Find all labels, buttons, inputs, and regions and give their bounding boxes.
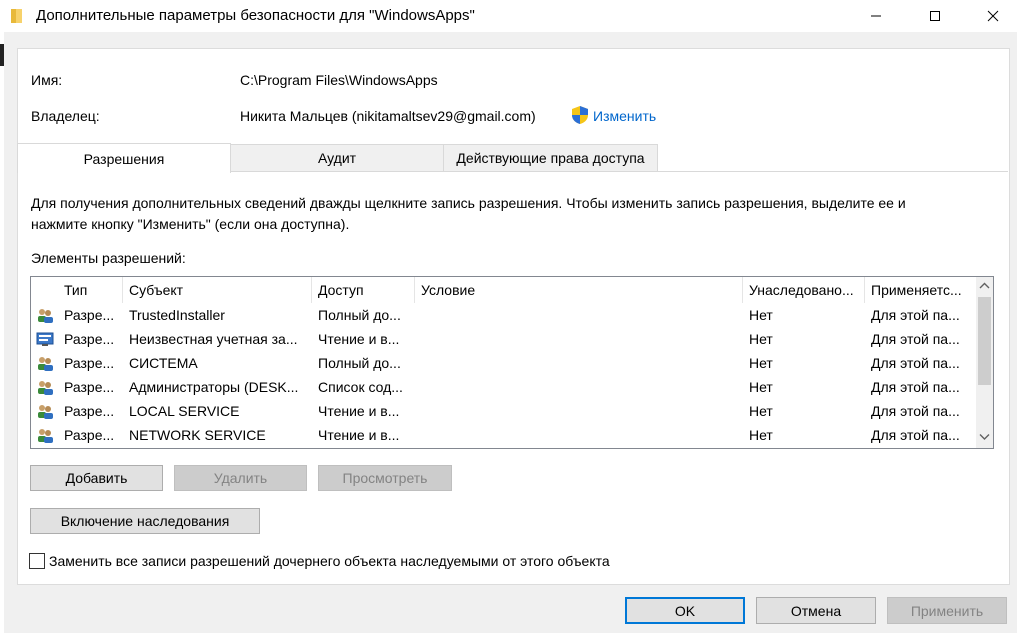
table-row[interactable]: Разре... TrustedInstaller Полный до... Н… bbox=[31, 303, 976, 327]
enable-inheritance-button[interactable]: Включение наследования bbox=[30, 508, 260, 534]
cell-type: Разре... bbox=[64, 331, 115, 347]
name-label: Имя: bbox=[31, 72, 63, 88]
close-icon bbox=[987, 10, 999, 22]
add-button[interactable]: Добавить bbox=[30, 465, 163, 491]
ok-button[interactable]: OK bbox=[625, 597, 745, 624]
cell-applies: Для этой па... bbox=[871, 427, 960, 443]
cell-type: Разре... bbox=[64, 403, 115, 419]
cell-subject: NETWORK SERVICE bbox=[129, 427, 266, 443]
cell-access: Чтение и в... bbox=[318, 403, 400, 419]
cell-type: Разре... bbox=[64, 355, 115, 371]
cell-condition bbox=[415, 303, 743, 327]
background-window-edge bbox=[0, 32, 4, 633]
cell-condition bbox=[415, 327, 743, 351]
column-header-subject[interactable]: Субъект bbox=[123, 277, 312, 303]
cell-subject: Неизвестная учетная за... bbox=[129, 331, 298, 347]
tab-effective-access[interactable]: Действующие права доступа bbox=[443, 144, 658, 172]
scrollbar-thumb[interactable] bbox=[978, 297, 991, 385]
view-button[interactable]: Просмотреть bbox=[318, 465, 452, 491]
window-title: Дополнительные параметры безопасности дл… bbox=[36, 7, 475, 24]
cell-type: Разре... bbox=[64, 379, 115, 395]
cell-condition bbox=[415, 351, 743, 375]
owner-label: Владелец: bbox=[31, 108, 100, 124]
replace-child-permissions-label: Заменить все записи разрешений дочернего… bbox=[49, 553, 610, 569]
minimize-icon bbox=[871, 15, 881, 17]
users-icon bbox=[38, 381, 53, 395]
cell-inherited: Нет bbox=[749, 355, 773, 371]
users-icon bbox=[38, 405, 53, 419]
list-header: Тип Субъект Доступ Условие Унаследовано.… bbox=[31, 277, 976, 303]
cell-condition bbox=[415, 423, 743, 447]
tab-audit[interactable]: Аудит bbox=[230, 144, 444, 172]
close-button[interactable] bbox=[970, 0, 1016, 32]
cell-type: Разре... bbox=[64, 427, 115, 443]
minimize-button[interactable] bbox=[853, 0, 899, 32]
folder-icon bbox=[11, 9, 22, 23]
column-header-applies[interactable]: Применяетс... bbox=[865, 277, 976, 303]
cell-applies: Для этой па... bbox=[871, 403, 960, 419]
cell-condition bbox=[415, 399, 743, 423]
apply-button[interactable]: Применить bbox=[887, 597, 1007, 624]
cell-applies: Для этой па... bbox=[871, 331, 960, 347]
cell-applies: Для этой па... bbox=[871, 379, 960, 395]
table-row[interactable]: Разре... СИСТЕМА Полный до... Нет Для эт… bbox=[31, 351, 976, 375]
cell-access: Список сод... bbox=[318, 379, 403, 395]
column-header-access[interactable]: Доступ bbox=[312, 277, 415, 303]
users-icon bbox=[38, 357, 53, 371]
tab-permissions[interactable]: Разрешения bbox=[17, 143, 231, 173]
description-line-1: Для получения дополнительных сведений дв… bbox=[31, 195, 906, 211]
title-bar: Дополнительные параметры безопасности дл… bbox=[0, 0, 1017, 32]
table-row[interactable]: Разре... NETWORK SERVICE Чтение и в... Н… bbox=[31, 423, 976, 447]
cell-access: Полный до... bbox=[318, 307, 401, 323]
uac-shield-icon bbox=[572, 106, 588, 124]
table-row[interactable]: Разре... Неизвестная учетная за... Чтени… bbox=[31, 327, 976, 351]
name-value: C:\Program Files\WindowsApps bbox=[240, 72, 438, 88]
cell-access: Полный до... bbox=[318, 355, 401, 371]
maximize-button[interactable] bbox=[912, 0, 958, 32]
owner-value: Никита Мальцев (nikitamaltsev29@gmail.co… bbox=[240, 108, 536, 124]
cell-inherited: Нет bbox=[749, 307, 773, 323]
vertical-scrollbar[interactable] bbox=[976, 277, 993, 448]
table-row[interactable]: Разре... LOCAL SERVICE Чтение и в... Нет… bbox=[31, 399, 976, 423]
description-line-2: нажмите кнопку "Изменить" (если она дост… bbox=[31, 216, 350, 232]
cell-inherited: Нет bbox=[749, 331, 773, 347]
computer-account-icon bbox=[36, 332, 54, 346]
cell-condition bbox=[415, 375, 743, 399]
column-header-condition[interactable]: Условие bbox=[415, 277, 743, 303]
cell-subject: LOCAL SERVICE bbox=[129, 403, 240, 419]
cell-applies: Для этой па... bbox=[871, 307, 960, 323]
table-row[interactable]: Разре... Администраторы (DESK... Список … bbox=[31, 375, 976, 399]
permission-entries-label: Элементы разрешений: bbox=[31, 250, 186, 266]
maximize-icon bbox=[930, 11, 940, 21]
cell-subject: TrustedInstaller bbox=[129, 307, 225, 323]
remove-button[interactable]: Удалить bbox=[174, 465, 307, 491]
cell-access: Чтение и в... bbox=[318, 427, 400, 443]
users-icon bbox=[38, 429, 53, 443]
users-icon bbox=[38, 309, 53, 323]
scroll-up-icon[interactable] bbox=[979, 282, 990, 290]
scroll-down-icon[interactable] bbox=[979, 433, 990, 441]
permissions-list[interactable]: Тип Субъект Доступ Условие Унаследовано.… bbox=[30, 276, 994, 449]
replace-child-permissions-checkbox[interactable] bbox=[29, 553, 45, 569]
cell-applies: Для этой па... bbox=[871, 355, 960, 371]
cancel-button[interactable]: Отмена bbox=[756, 597, 876, 624]
cell-subject: СИСТЕМА bbox=[129, 355, 198, 371]
cell-subject: Администраторы (DESK... bbox=[129, 379, 299, 395]
column-header-inherited[interactable]: Унаследовано... bbox=[743, 277, 865, 303]
cell-inherited: Нет bbox=[749, 403, 773, 419]
cell-inherited: Нет bbox=[749, 379, 773, 395]
column-header-type[interactable]: Тип bbox=[58, 277, 123, 303]
cell-inherited: Нет bbox=[749, 427, 773, 443]
cell-type: Разре... bbox=[64, 307, 115, 323]
change-owner-link[interactable]: Изменить bbox=[593, 108, 656, 124]
cell-access: Чтение и в... bbox=[318, 331, 400, 347]
